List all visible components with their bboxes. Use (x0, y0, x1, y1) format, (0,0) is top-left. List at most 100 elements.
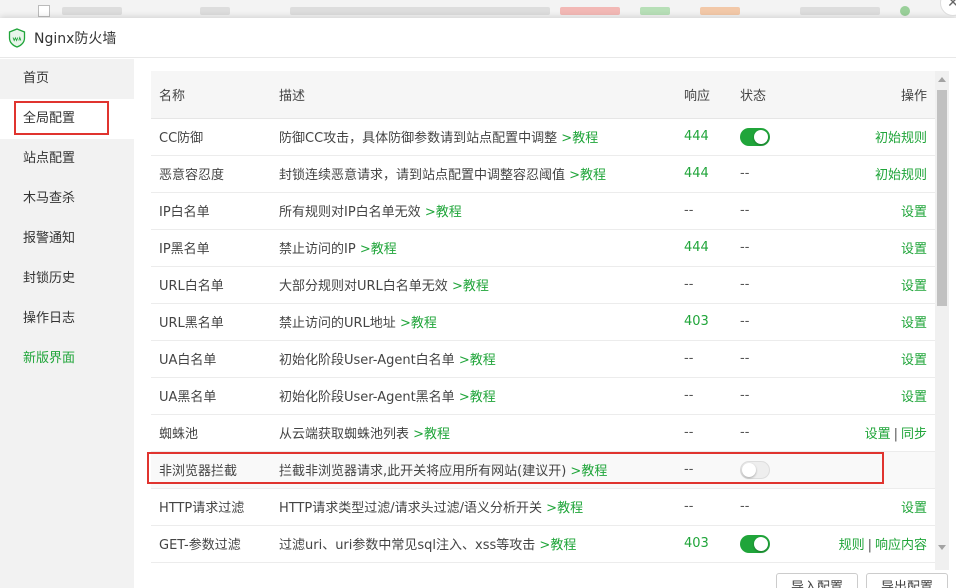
sidebar-item-label: 首页 (23, 71, 50, 86)
table-row: HTTP请求过滤 HTTP请求类型过滤/请求头过滤/语义分析开关 >教程 -- -- 设… (151, 488, 935, 526)
scrollbar-thumb[interactable] (937, 90, 947, 306)
tutorial-link[interactable]: >教程 (360, 242, 397, 257)
scroll-down-arrow-icon[interactable] (938, 545, 946, 550)
operations-cell: 设置 (830, 340, 935, 378)
response-code: -- (684, 414, 740, 452)
status-text: -- (740, 388, 750, 403)
import-config-button[interactable]: 导入配置 (776, 573, 859, 588)
ops-separator: | (867, 538, 872, 553)
tutorial-link[interactable]: >教程 (413, 427, 450, 442)
response-code: -- (684, 377, 740, 415)
operation-link[interactable]: 设置 (901, 501, 927, 516)
tutorial-link[interactable]: >教程 (425, 205, 462, 220)
response-code: -- (684, 488, 740, 526)
rule-description-cell: 初始化阶段User-Agent白名单 >教程 (279, 340, 684, 378)
response-code: -- (684, 340, 740, 378)
operation-link[interactable]: 初始规则 (875, 168, 927, 183)
operation-link[interactable]: 设置 (901, 353, 927, 368)
operation-link[interactable]: 同步 (901, 427, 927, 442)
status-text: -- (740, 425, 750, 440)
rule-name: UA黑名单 (151, 377, 279, 415)
sidebar-item-site-config[interactable]: 站点配置 (0, 139, 134, 179)
sidebar-item-trojan-scan[interactable]: 木马查杀 (0, 179, 134, 219)
column-header-operations: 操作 (830, 71, 935, 119)
rule-description-cell: 禁止访问的URL地址 >教程 (279, 303, 684, 341)
tutorial-link[interactable]: >教程 (459, 353, 496, 368)
operation-link[interactable]: 设置 (901, 390, 927, 405)
operation-link[interactable]: 设置 (901, 242, 927, 257)
rule-name: URL白名单 (151, 266, 279, 304)
rule-name: URL黑名单 (151, 303, 279, 341)
scroll-up-arrow-icon[interactable] (938, 77, 946, 82)
operations-cell: 初始规则 (830, 118, 935, 156)
rule-description-cell: 封锁连续恶意请求，请到站点配置中调整容忍阈值 >教程 (279, 155, 684, 193)
status-text: -- (740, 203, 750, 218)
operation-link[interactable]: 设置 (865, 427, 891, 442)
background-blur-bar (200, 7, 230, 15)
rule-name: GET-参数过滤 (151, 525, 279, 563)
response-code: -- (684, 192, 740, 230)
tutorial-link[interactable]: >教程 (546, 501, 583, 516)
rules-table-container: 名称 描述 响应 状态 操作 CC防御 防御CC攻击，具体防御参数请到站点配置中调… (151, 71, 935, 570)
status-toggle[interactable] (740, 127, 770, 146)
sidebar-nav: 首页 全局配置 站点配置 木马查杀 报警通知 封锁历史 操作日志 新版界面 (0, 59, 134, 588)
waf-shield-icon (8, 27, 26, 48)
operation-link[interactable]: 设置 (901, 205, 927, 220)
background-blur-bar (560, 7, 620, 15)
response-code: 403 (684, 525, 740, 563)
sidebar-item-operation-log[interactable]: 操作日志 (0, 299, 134, 339)
rule-description-cell: 防御CC攻击，具体防御参数请到站点配置中调整 >教程 (279, 118, 684, 156)
export-config-button[interactable]: 导出配置 (866, 573, 949, 588)
operations-cell: 初始规则 (830, 155, 935, 193)
status-cell (740, 118, 830, 156)
table-scrollbar[interactable] (935, 71, 949, 570)
rule-description-cell: HTTP请求类型过滤/请求头过滤/语义分析开关 >教程 (279, 488, 684, 526)
status-text: -- (740, 240, 750, 255)
sidebar-item-home[interactable]: 首页 (0, 59, 134, 99)
status-toggle[interactable] (740, 460, 770, 479)
table-row: IP黑名单 禁止访问的IP >教程 444 -- 设置 (151, 229, 935, 267)
background-blur-bar (290, 7, 550, 15)
column-header-name: 名称 (151, 71, 279, 119)
tutorial-link[interactable]: >教程 (459, 390, 496, 405)
sidebar-item-new-ui[interactable]: 新版界面 (0, 339, 134, 379)
rule-description: 初始化阶段User-Agent白名单 (279, 353, 455, 368)
status-text: -- (740, 166, 750, 181)
tutorial-link[interactable]: >教程 (569, 168, 606, 183)
sidebar-item-block-history[interactable]: 封锁历史 (0, 259, 134, 299)
tutorial-link[interactable]: >教程 (452, 279, 489, 294)
column-header-response: 响应 (684, 71, 740, 119)
tutorial-link[interactable]: >教程 (539, 538, 576, 553)
operation-link[interactable]: 初始规则 (875, 131, 927, 146)
sidebar-item-global-config[interactable]: 全局配置 (0, 99, 134, 139)
rule-name: IP黑名单 (151, 229, 279, 267)
status-text: -- (740, 277, 750, 292)
status-cell: -- (740, 303, 830, 341)
status-toggle[interactable] (740, 534, 770, 553)
operation-link[interactable]: 响应内容 (875, 538, 927, 553)
modal-title: Nginx防火墙 (34, 30, 117, 47)
tutorial-link[interactable]: >教程 (400, 316, 437, 331)
status-text: -- (740, 499, 750, 514)
tutorial-link[interactable]: >教程 (561, 131, 598, 146)
status-cell: -- (740, 192, 830, 230)
sidebar-item-label: 新版界面 (23, 351, 76, 366)
operation-link[interactable]: 设置 (901, 316, 927, 331)
operations-cell: 设置 (830, 377, 935, 415)
modal-titlebar: Nginx防火墙 (0, 18, 956, 58)
rules-table: 名称 描述 响应 状态 操作 CC防御 防御CC攻击，具体防御参数请到站点配置中调… (151, 71, 935, 563)
rule-description-cell: 初始化阶段User-Agent黑名单 >教程 (279, 377, 684, 415)
column-header-description: 描述 (279, 71, 684, 119)
table-row: IP白名单 所有规则对IP白名单无效 >教程 -- -- 设置 (151, 192, 935, 230)
sidebar-item-alert-notify[interactable]: 报警通知 (0, 219, 134, 259)
status-text: -- (740, 351, 750, 366)
toggle-knob (754, 536, 768, 551)
sidebar-item-label: 全局配置 (23, 111, 76, 126)
operation-link[interactable]: 设置 (901, 279, 927, 294)
rule-description-cell: 禁止访问的IP >教程 (279, 229, 684, 267)
rule-description: 从云端获取蜘蛛池列表 (279, 427, 410, 442)
status-cell: -- (740, 340, 830, 378)
status-cell: -- (740, 377, 830, 415)
tutorial-link[interactable]: >教程 (570, 464, 607, 479)
operation-link[interactable]: 规则 (839, 538, 865, 553)
